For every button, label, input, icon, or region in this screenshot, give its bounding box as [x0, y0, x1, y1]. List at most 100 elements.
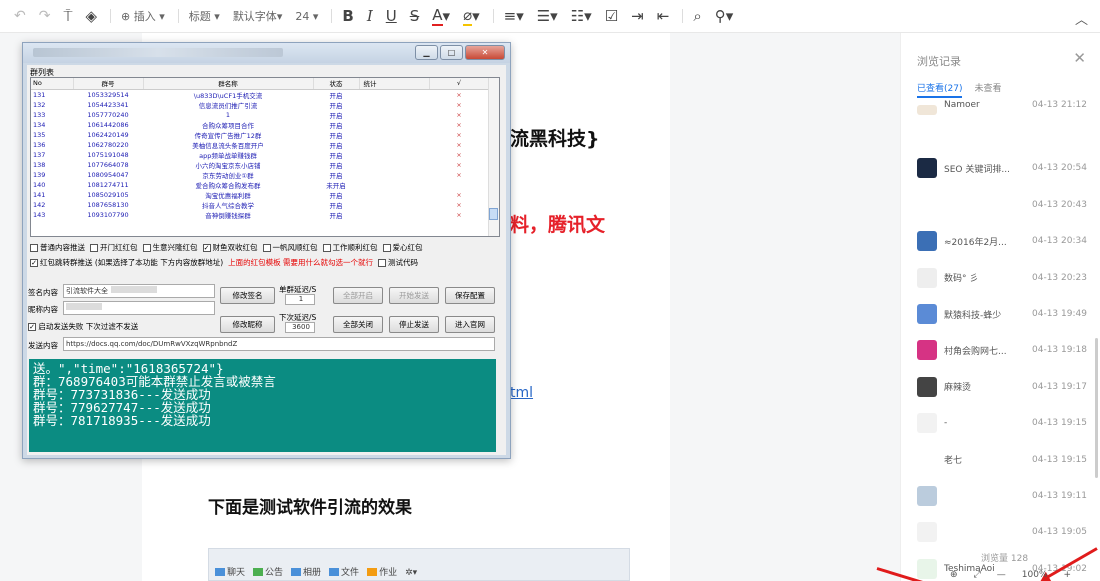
table-row[interactable]: 142 1087658130 抖音人气综合教学 开启 ×: [31, 200, 489, 210]
table-cell: 1062420149: [87, 130, 129, 139]
numbered-list-icon[interactable]: ☷▾: [571, 7, 592, 25]
close-icon[interactable]: ✕: [465, 45, 505, 60]
jump-push-checkbox[interactable]: ✓ 红包跳转群推送 (如果选择了本功能 下方内容放群地址): [30, 257, 223, 268]
table-row[interactable]: 131 1053329514 \u833D\uCF1手机交流 开启 ×: [31, 89, 489, 100]
enter-website-button[interactable]: 进入官网: [445, 316, 495, 333]
italic-button[interactable]: I: [367, 7, 373, 25]
history-item[interactable]: SEO 关键词排... 04-13 20:54: [917, 157, 1095, 179]
redpacket-checkbox[interactable]: 开门红红包: [90, 242, 138, 253]
doc-link[interactable]: tml: [510, 385, 533, 401]
group-list-table[interactable]: No 群号 群名称 状态 统计 √ 131 1053329514 \u833D\uC…: [30, 77, 500, 237]
table-row[interactable]: 139 1080954047 京东劳动创业①群 开启 ×: [31, 170, 489, 180]
send-log-area[interactable]: 送。","time":"1618365724"} 群：768976403可能本群禁…: [29, 359, 496, 452]
send-content-input[interactable]: https://docs.qq.com/doc/DUmRwVXzqWRpnbnd…: [63, 337, 495, 351]
modify-sign-button[interactable]: 修改签名: [220, 287, 275, 304]
indent-icon[interactable]: ⇥: [631, 7, 644, 25]
history-item[interactable]: 04-13 19:11: [917, 485, 1095, 507]
font-color-button[interactable]: A ▾: [432, 6, 450, 26]
history-name: 老七: [944, 456, 963, 467]
redpacket-checkbox[interactable]: 普通内容推送: [30, 242, 85, 253]
close-icon[interactable]: ✕: [1073, 49, 1086, 67]
table-row[interactable]: 141 1085029105 淘宝优惠福利群 开启 ×: [31, 190, 489, 200]
outdent-icon[interactable]: ⇤: [657, 7, 670, 25]
insert-button[interactable]: ⊕ 插入 ▾: [121, 8, 165, 24]
collapse-toolbar-icon[interactable]: ︿: [1075, 9, 1088, 28]
table-cell: ×: [456, 160, 462, 169]
table-row[interactable]: 143 1093107790 音神倒赚钱探群 开启 ×: [31, 210, 489, 220]
format-painter-icon[interactable]: ⍑: [63, 7, 72, 25]
table-row[interactable]: 136 1062780220 美柚信息流头条百度开户 开启 ×: [31, 140, 489, 150]
font-size-select[interactable]: 24 ▾: [295, 10, 318, 23]
minimize-icon[interactable]: ▁: [415, 45, 438, 60]
history-item[interactable]: 麻辣烫 04-13 19:17: [917, 376, 1095, 398]
next-delay-input[interactable]: 3600: [285, 322, 315, 333]
heading-select[interactable]: 标题 ▾: [189, 8, 220, 24]
column-header[interactable]: 群名称: [143, 78, 314, 90]
redpacket-checkbox[interactable]: 生意兴隆红包: [142, 242, 198, 253]
maximize-icon[interactable]: □: [440, 45, 463, 60]
sign-input[interactable]: 引流软件大全: [63, 284, 215, 298]
table-row[interactable]: 137 1075191048 app频单战单赚钱群 开启 ×: [31, 150, 489, 160]
fullscreen-icon[interactable]: ⤢: [974, 570, 981, 580]
nick-input[interactable]: [63, 301, 215, 315]
table-row[interactable]: 138 1077664078 小六的淘宝京东小店铺 开启 ×: [31, 160, 489, 170]
all-open-button[interactable]: 全部开启: [333, 287, 383, 304]
underline-button[interactable]: U: [386, 7, 397, 25]
single-delay-input[interactable]: 1: [285, 294, 315, 305]
panel-scrollbar[interactable]: [1095, 338, 1098, 478]
undo-icon[interactable]: ↶: [14, 8, 26, 24]
highlight-icon[interactable]: ⌀ ▾: [463, 6, 480, 26]
modify-nick-button[interactable]: 修改昵称: [220, 316, 275, 333]
history-item[interactable]: 04-13 19:05: [917, 521, 1095, 543]
checklist-icon[interactable]: ☑: [605, 7, 618, 25]
all-close-button[interactable]: 全部关闭: [333, 316, 383, 333]
stop-send-button[interactable]: 停止发送: [389, 316, 439, 333]
bullet-list-icon[interactable]: ☰▾: [537, 7, 558, 25]
column-header[interactable]: √: [429, 78, 490, 90]
table-cell: ×: [456, 210, 462, 219]
table-row[interactable]: 134 1061442086 合购众筹项目合作 开启 ×: [31, 120, 489, 130]
table-row[interactable]: 140 1081274711 爱合购众筹合购发布群 未开启: [31, 180, 489, 190]
history-item[interactable]: 村角会购网七... 04-13 19:18: [917, 339, 1095, 361]
history-item[interactable]: 老七 04-13 19:15: [917, 449, 1095, 471]
history-item[interactable]: ≈2016年2月... 04-13 20:34: [917, 230, 1095, 252]
redpacket-checkbox[interactable]: 一帆风顺红包: [262, 242, 318, 253]
search-icon[interactable]: ⌕: [693, 7, 701, 25]
redpacket-checkbox[interactable]: ✓ 财鱼双收红包: [202, 242, 258, 253]
table-row[interactable]: 132 1054423341 信息流员们推广引流 开启 ×: [31, 100, 489, 110]
table-cell: ×: [456, 150, 462, 159]
zoom-out-icon[interactable]: —: [997, 570, 1006, 580]
redpacket-checkbox[interactable]: 爱心红包: [382, 242, 423, 253]
add-icon[interactable]: ⊕: [950, 570, 958, 580]
auto-resend-checkbox[interactable]: ✓ 启动发送失败 下次过滤不发送: [28, 321, 138, 332]
history-item[interactable]: Namoer 04-13 21:12: [917, 94, 1095, 116]
table-scrollbar[interactable]: [488, 78, 499, 236]
font-select[interactable]: 默认字体 ▾: [233, 8, 283, 24]
column-header[interactable]: No: [31, 78, 74, 90]
settings-icon: ✲▾: [405, 568, 418, 578]
panel-title: 浏览记录: [917, 55, 961, 68]
table-cell: [359, 160, 429, 170]
table-row[interactable]: 135 1062420149 传奇宣传广告推广12群 开启 ×: [31, 130, 489, 140]
align-icon[interactable]: ≡▾: [504, 7, 524, 25]
save-config-button[interactable]: 保存配置: [445, 287, 495, 304]
eraser-icon[interactable]: ◈: [85, 7, 97, 25]
column-header[interactable]: 群号: [73, 78, 144, 90]
test-code-checkbox[interactable]: 测试代码: [378, 257, 418, 268]
bold-button[interactable]: B: [342, 7, 353, 25]
location-icon[interactable]: ⚲▾: [715, 7, 734, 25]
zoom-in-icon[interactable]: +: [1063, 570, 1071, 580]
redo-icon[interactable]: ↷: [39, 8, 51, 24]
history-item[interactable]: - 04-13 19:15: [917, 412, 1095, 434]
chat-icon: [215, 567, 225, 576]
table-row[interactable]: 133 1057770240 1 开启 ×: [31, 110, 489, 120]
history-time: 04-13 19:05: [1032, 527, 1087, 538]
column-header[interactable]: 统计: [359, 78, 430, 90]
column-header[interactable]: 状态: [313, 78, 360, 90]
history-item[interactable]: 默猿科技-蜂少 04-13 19:49: [917, 303, 1095, 325]
redpacket-checkbox[interactable]: 工作顺利红包: [322, 242, 378, 253]
history-item[interactable]: 数码° 彡 04-13 20:23: [917, 267, 1095, 289]
strike-button[interactable]: S: [410, 7, 420, 25]
history-item[interactable]: 04-13 20:43: [917, 194, 1095, 216]
start-send-button[interactable]: 开始发送: [389, 287, 439, 304]
